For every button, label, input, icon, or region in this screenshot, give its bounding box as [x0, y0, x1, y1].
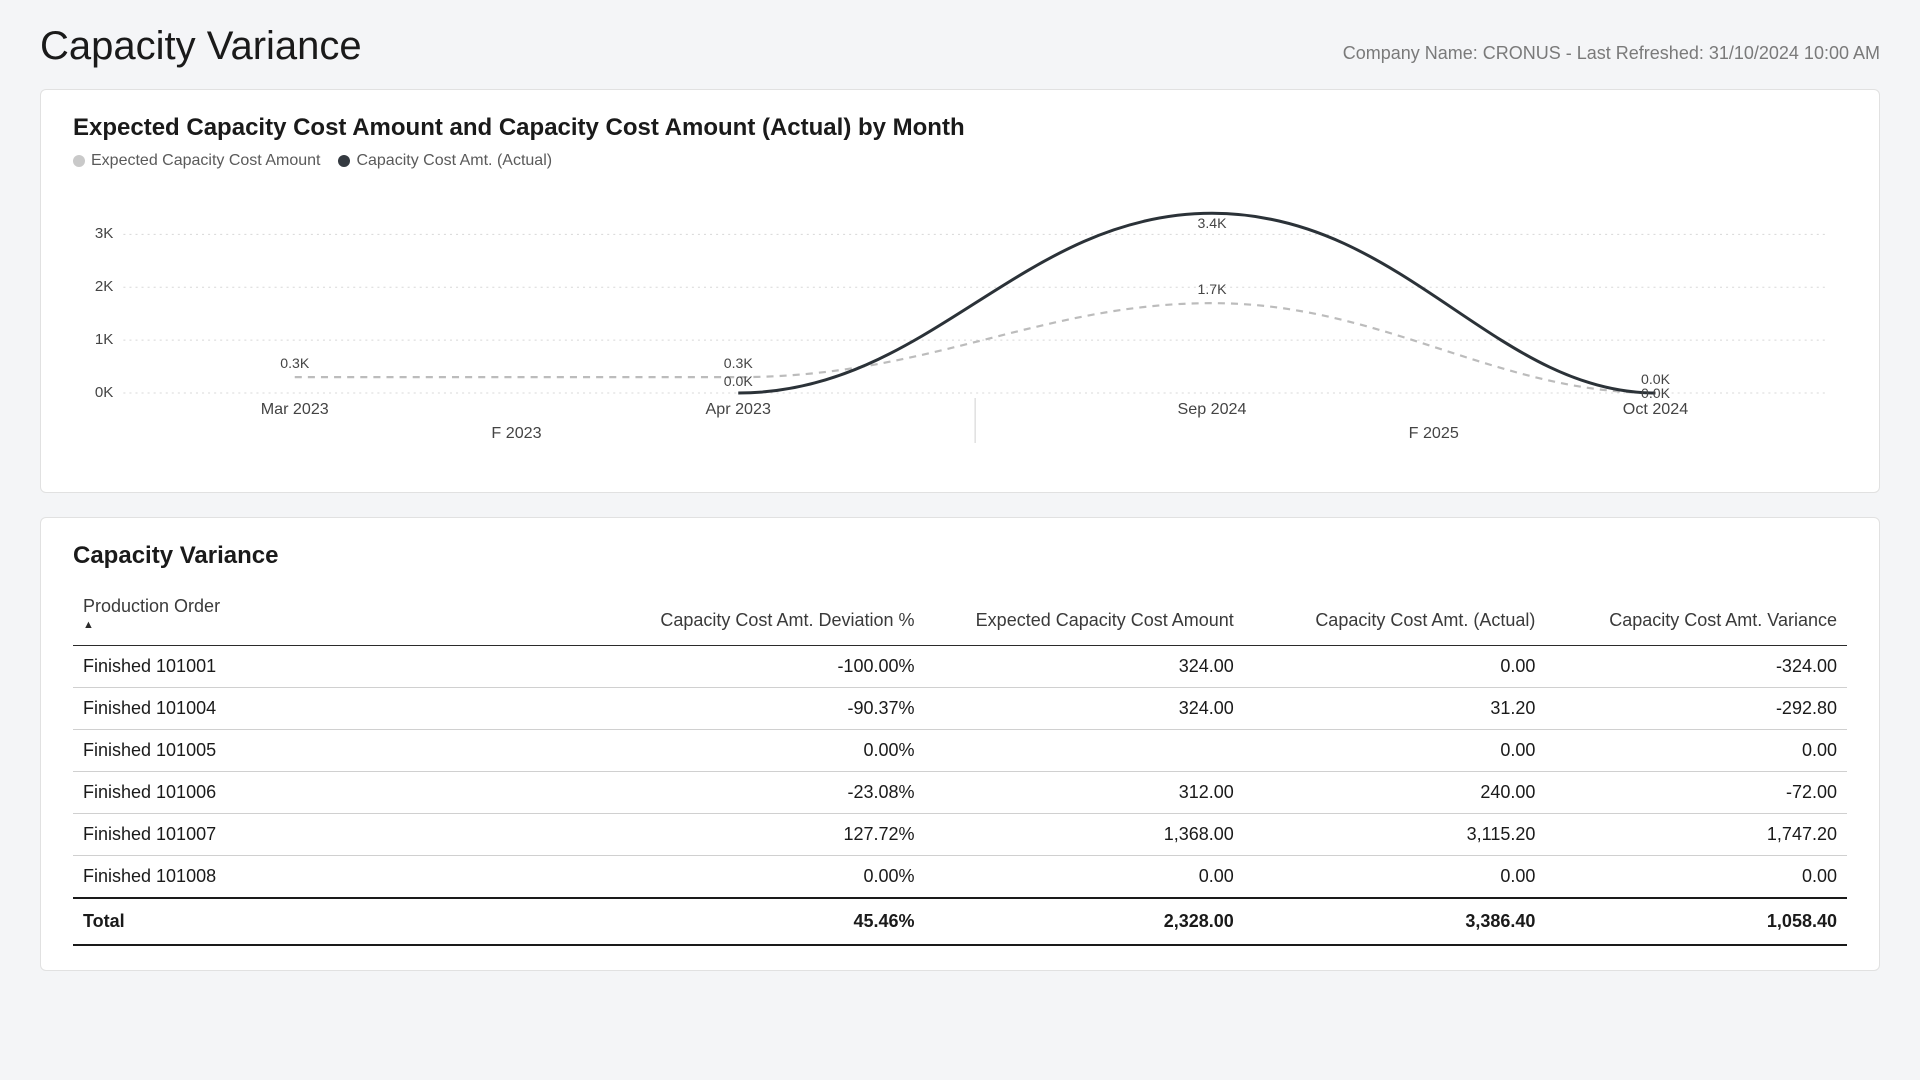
chart-card: Expected Capacity Cost Amount and Capaci…	[40, 89, 1880, 493]
cell-exp: 0.00	[925, 856, 1244, 899]
dlabel-act-2: 3.4K	[1197, 215, 1227, 231]
cell-var: 0.00	[1545, 856, 1847, 899]
col-header-actual[interactable]: Capacity Cost Amt. (Actual)	[1244, 588, 1546, 646]
table-row[interactable]: Finished 1010080.00%0.000.000.00	[73, 856, 1847, 899]
cell-dev: -100.00%	[534, 646, 924, 688]
col-header-expected[interactable]: Expected Capacity Cost Amount	[925, 588, 1244, 646]
cell-exp: 312.00	[925, 772, 1244, 814]
cell-dev: 0.00%	[534, 730, 924, 772]
cell-var: -292.80	[1545, 688, 1847, 730]
legend-label-expected: Expected Capacity Cost Amount	[91, 152, 320, 170]
cell-act: 31.20	[1244, 688, 1546, 730]
chart-title: Expected Capacity Cost Amount and Capaci…	[73, 114, 1847, 142]
cell-prod: Finished 101004	[73, 688, 534, 730]
cell-exp	[925, 730, 1244, 772]
cell-var: -72.00	[1545, 772, 1847, 814]
cell-dev: -23.08%	[534, 772, 924, 814]
cell-act: 0.00	[1244, 730, 1546, 772]
cell-var: 0.00	[1545, 730, 1847, 772]
table-body: Finished 101001-100.00%324.000.00-324.00…	[73, 646, 1847, 899]
table-row[interactable]: Finished 101007127.72%1,368.003,115.201,…	[73, 814, 1847, 856]
col-header-label: Production Order	[83, 596, 220, 616]
table-row[interactable]: Finished 101001-100.00%324.000.00-324.00	[73, 646, 1847, 688]
legend-item-expected[interactable]: Expected Capacity Cost Amount	[73, 152, 320, 170]
cell-act: 0.00	[1244, 646, 1546, 688]
x-tick-3: Oct 2024	[1623, 400, 1688, 418]
page-header: Capacity Variance Company Name: CRONUS -…	[40, 24, 1880, 69]
table-row[interactable]: Finished 1010050.00% 0.000.00	[73, 730, 1847, 772]
table-row[interactable]: Finished 101006-23.08%312.00240.00-72.00	[73, 772, 1847, 814]
chart-plot[interactable]: 0K 1K 2K 3K 0.3K 0.3K 0.0K 3.4K 1.7K 0.0…	[73, 188, 1847, 468]
variance-table: Production Order ▲ Capacity Cost Amt. De…	[73, 588, 1847, 946]
cell-act: 240.00	[1244, 772, 1546, 814]
cell-exp: 1,368.00	[925, 814, 1244, 856]
x-tick-0: Mar 2023	[261, 400, 329, 418]
col-header-production-order[interactable]: Production Order ▲	[73, 588, 534, 646]
dlabel-exp-0: 0.3K	[280, 355, 310, 371]
cell-prod: Finished 101006	[73, 772, 534, 814]
cell-exp: 324.00	[925, 688, 1244, 730]
y-tick-0: 0K	[95, 384, 113, 401]
total-dev: 45.46%	[534, 898, 924, 945]
page-title: Capacity Variance	[40, 24, 362, 69]
y-tick-2: 2K	[95, 278, 113, 295]
x-tick-2: Sep 2024	[1177, 400, 1246, 418]
chart-legend: Expected Capacity Cost Amount Capacity C…	[73, 152, 1847, 170]
cell-dev: 0.00%	[534, 856, 924, 899]
fy-label-0: F 2023	[491, 424, 541, 442]
cell-prod: Finished 101008	[73, 856, 534, 899]
cell-act: 0.00	[1244, 856, 1546, 899]
table-header-row: Production Order ▲ Capacity Cost Amt. De…	[73, 588, 1847, 646]
cell-var: -324.00	[1545, 646, 1847, 688]
dlabel-exp-3: 0.0K	[1641, 385, 1671, 401]
total-act: 3,386.40	[1244, 898, 1546, 945]
legend-label-actual: Capacity Cost Amt. (Actual)	[356, 152, 552, 170]
cell-dev: -90.37%	[534, 688, 924, 730]
dlabel-exp-1: 0.3K	[724, 355, 754, 371]
legend-dot-expected-icon	[73, 155, 85, 167]
cell-prod: Finished 101007	[73, 814, 534, 856]
table-card: Capacity Variance Production Order ▲ Cap…	[40, 517, 1880, 971]
total-exp: 2,328.00	[925, 898, 1244, 945]
refresh-meta: Company Name: CRONUS - Last Refreshed: 3…	[1343, 43, 1880, 64]
total-var: 1,058.40	[1545, 898, 1847, 945]
y-tick-3: 3K	[95, 225, 113, 242]
table-title: Capacity Variance	[73, 542, 1847, 570]
cell-prod: Finished 101005	[73, 730, 534, 772]
legend-item-actual[interactable]: Capacity Cost Amt. (Actual)	[338, 152, 552, 170]
x-tick-1: Apr 2023	[706, 400, 771, 418]
table-row[interactable]: Finished 101004-90.37%324.0031.20-292.80	[73, 688, 1847, 730]
cell-act: 3,115.20	[1244, 814, 1546, 856]
legend-dot-actual-icon	[338, 155, 350, 167]
cell-prod: Finished 101001	[73, 646, 534, 688]
total-label: Total	[73, 898, 534, 945]
col-header-deviation[interactable]: Capacity Cost Amt. Deviation %	[534, 588, 924, 646]
fy-label-1: F 2025	[1409, 424, 1459, 442]
cell-var: 1,747.20	[1545, 814, 1847, 856]
y-tick-1: 1K	[95, 331, 113, 348]
table-total-row: Total 45.46% 2,328.00 3,386.40 1,058.40	[73, 898, 1847, 945]
cell-dev: 127.72%	[534, 814, 924, 856]
sort-asc-icon: ▲	[83, 619, 524, 631]
col-header-variance[interactable]: Capacity Cost Amt. Variance	[1545, 588, 1847, 646]
dlabel-act-1: 0.0K	[724, 373, 754, 389]
dlabel-exp-2: 1.7K	[1197, 281, 1227, 297]
cell-exp: 324.00	[925, 646, 1244, 688]
